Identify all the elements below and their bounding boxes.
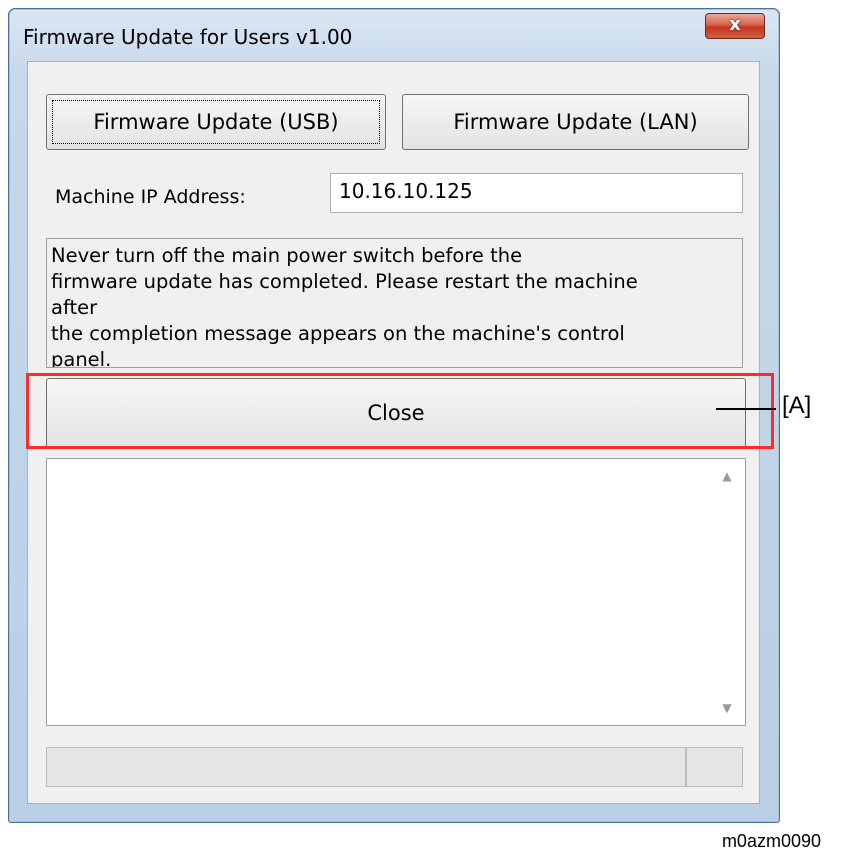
ip-address-label: Machine IP Address: [55, 186, 246, 208]
close-button-highlight-box [26, 373, 774, 449]
log-scrollbar[interactable]: ▲ ▼ [709, 459, 745, 725]
scroll-up-icon[interactable]: ▲ [709, 469, 745, 483]
message-line: firmware update has completed. Please re… [51, 270, 638, 293]
firmware-update-lan-button[interactable]: Firmware Update (LAN) [402, 94, 749, 150]
message-line: panel. [51, 348, 112, 368]
callout-label: [A] [782, 392, 812, 419]
window-title: Firmware Update for Users v1.00 [23, 25, 353, 49]
title-bar[interactable]: Firmware Update for Users v1.00 x [9, 9, 779, 61]
close-icon: x [729, 14, 741, 35]
message-line: the completion message appears on the ma… [51, 322, 625, 345]
firmware-update-usb-button[interactable]: Firmware Update (USB) [46, 94, 386, 150]
callout-leader-line [716, 408, 776, 410]
warning-message-box: Never turn off the main power switch bef… [46, 238, 743, 368]
log-output-area[interactable]: ▲ ▼ [46, 458, 746, 726]
ip-address-field[interactable]: 10.16.10.125 [330, 173, 743, 213]
window-close-button[interactable]: x [705, 13, 765, 39]
scroll-down-icon[interactable]: ▼ [709, 701, 745, 715]
progress-bar [46, 747, 686, 787]
message-line: after [51, 296, 98, 319]
status-cell [686, 747, 743, 787]
figure-id: m0azm0090 [721, 831, 821, 851]
message-line: Never turn off the main power switch bef… [51, 244, 523, 267]
